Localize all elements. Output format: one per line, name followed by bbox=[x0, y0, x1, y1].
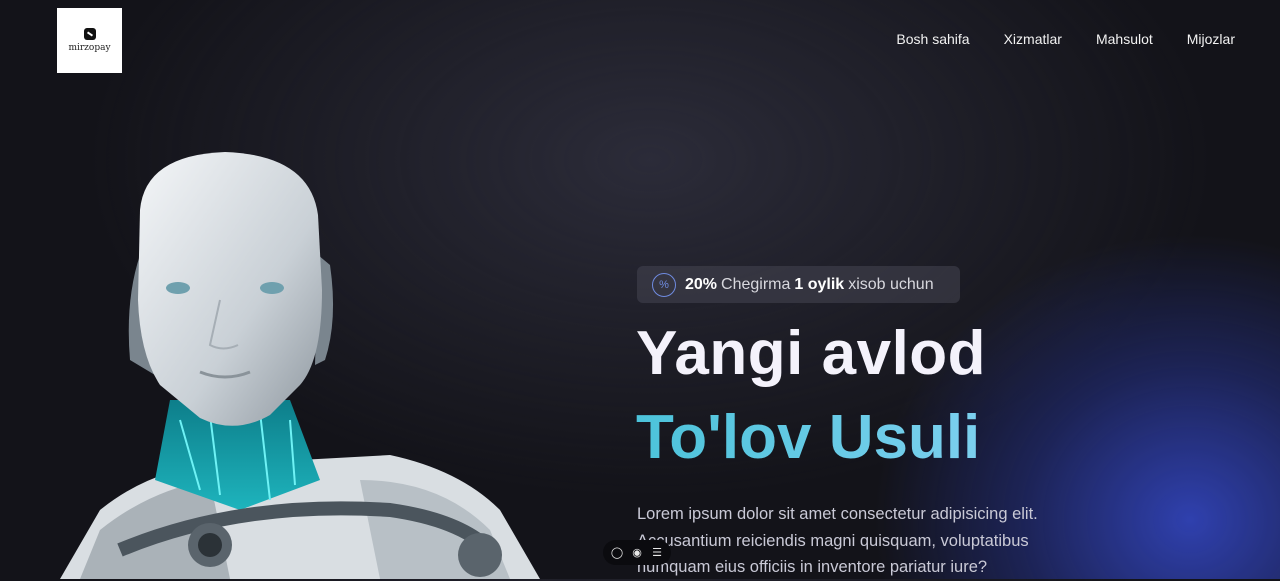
hero-description: Lorem ipsum dolor sit amet consectetur a… bbox=[637, 505, 1038, 576]
robot-illustration bbox=[60, 152, 540, 579]
menu-icon[interactable]: ☰ bbox=[649, 546, 665, 559]
percent-icon: % bbox=[652, 272, 676, 297]
discount-percent: 20% bbox=[685, 275, 718, 293]
nav-item-mijozlar[interactable]: Mijozlar bbox=[1187, 31, 1235, 47]
comment-icon[interactable]: ◯ bbox=[609, 546, 625, 559]
discount-badge: % 20% Chegirma 1 oylik xisob uchun bbox=[637, 266, 960, 303]
nav-item-mahsulot[interactable]: Mahsulot bbox=[1096, 31, 1153, 47]
logo-mark-icon bbox=[83, 28, 96, 40]
logo-text: mirzopay bbox=[68, 43, 111, 53]
discount-label: Chegirma bbox=[721, 275, 791, 293]
nav-item-xizmatlar[interactable]: Xizmatlar bbox=[1004, 31, 1062, 47]
discount-duration: 1 oylik bbox=[794, 275, 845, 293]
eye-icon[interactable]: ◉ bbox=[629, 546, 645, 559]
main-nav: Bosh sahifa Xizmatlar Mahsulot Mijozlar bbox=[896, 31, 1235, 47]
discount-suffix: xisob uchun bbox=[848, 275, 934, 293]
hero-title-line1: Yangi avlod bbox=[636, 319, 987, 388]
hero-title-line2: To'lov Usuli bbox=[636, 403, 981, 472]
floating-toolbar: ◯ ◉ ☰ bbox=[603, 540, 671, 565]
nav-item-bosh-sahifa[interactable]: Bosh sahifa bbox=[896, 31, 969, 47]
logo[interactable]: mirzopay bbox=[57, 8, 122, 73]
